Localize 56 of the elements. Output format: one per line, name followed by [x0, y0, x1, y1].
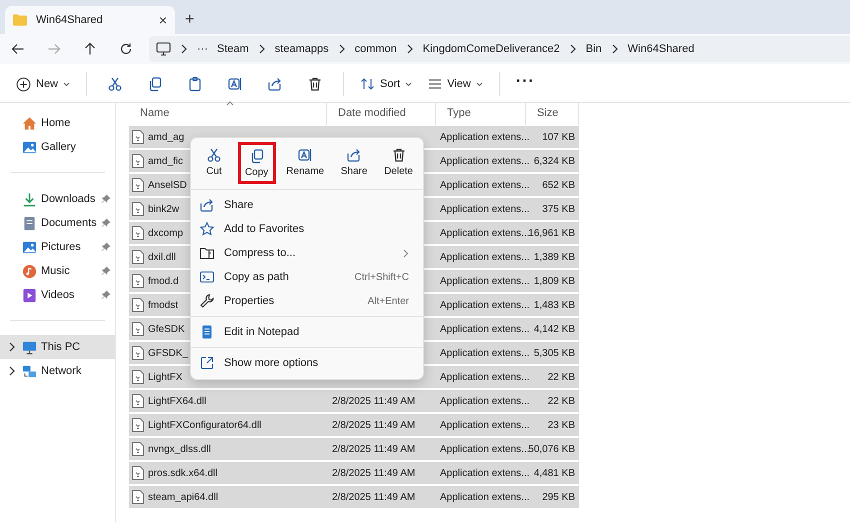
file-name: nvngx_dlss.dll	[148, 444, 211, 454]
date-modified: 2/8/2025 11:49 AM	[332, 444, 416, 454]
file-name: GFSDK_	[148, 348, 188, 358]
file-type: Application extens...	[440, 132, 530, 142]
file-type: Application extens...	[440, 468, 530, 478]
shortcut-text: Ctrl+Shift+C	[354, 272, 409, 282]
date-modified: 2/8/2025 11:49 AM	[332, 492, 416, 502]
file-type: Application extens...	[440, 420, 530, 430]
file-size: 652 KB	[542, 180, 575, 190]
file-size: 23 KB	[548, 420, 575, 430]
file-type: Application extens...	[440, 372, 530, 382]
file-name: dxcomp	[148, 228, 184, 238]
file-name: LightFX64.dll	[148, 396, 206, 406]
file-type: Application extens...	[440, 300, 530, 310]
file-type: Application extens...	[440, 348, 530, 358]
file-type: Application extens...	[440, 204, 530, 214]
file-size: 5,305 KB	[534, 348, 575, 358]
file-type: Application extens...	[440, 492, 530, 502]
file-name: LightFXConfigurator64.dll	[148, 420, 262, 430]
file-type: Application extens...	[440, 444, 530, 454]
shortcut-text: Alt+Enter	[368, 296, 409, 306]
date-modified: 2/8/2025 11:49 AM	[332, 468, 416, 478]
file-name: amd_fic	[148, 156, 184, 166]
date-modified: 2/8/2025 11:49 AM	[332, 396, 416, 406]
file-name: GfeSDK	[148, 324, 185, 334]
file-size: 107 KB	[542, 132, 575, 142]
file-size: 6,324 KB	[534, 156, 575, 166]
file-size: 1,809 KB	[534, 276, 575, 286]
file-type: Application extens...	[440, 156, 530, 166]
file-size: 22 KB	[548, 372, 575, 382]
file-type: Application extens...	[440, 180, 530, 190]
file-size: 4,481 KB	[534, 468, 575, 478]
file-name: dxil.dll	[148, 252, 176, 262]
file-size: 16,961 KB	[528, 228, 575, 238]
file-type: Application extens...	[440, 228, 530, 238]
file-size: 22 KB	[548, 396, 575, 406]
tab-title: Win64Shared	[36, 14, 104, 26]
file-name: fmod.d	[148, 276, 179, 286]
file-size: 375 KB	[542, 204, 575, 214]
file-size: 50,076 KB	[528, 444, 575, 454]
file-size: 295 KB	[542, 492, 575, 502]
file-name: AnselSD	[148, 180, 187, 190]
file-name: bink2w	[148, 204, 180, 214]
file-size: 4,142 KB	[534, 324, 575, 334]
file-type: Application extens...	[440, 276, 530, 286]
file-name: fmodst	[148, 300, 178, 310]
date-modified: 2/8/2025 11:49 AM	[332, 420, 416, 430]
file-name: pros.sdk.x64.dll	[148, 468, 218, 478]
file-size: 1,483 KB	[534, 300, 575, 310]
file-name: LightFX	[148, 372, 182, 382]
file-type: Application extens...	[440, 396, 530, 406]
file-name: steam_api64.dll	[148, 492, 218, 502]
file-name: amd_ag	[148, 132, 184, 142]
file-type: Application extens...	[440, 324, 530, 334]
file-size: 1,389 KB	[534, 252, 575, 262]
file-type: Application extens...	[440, 252, 530, 262]
